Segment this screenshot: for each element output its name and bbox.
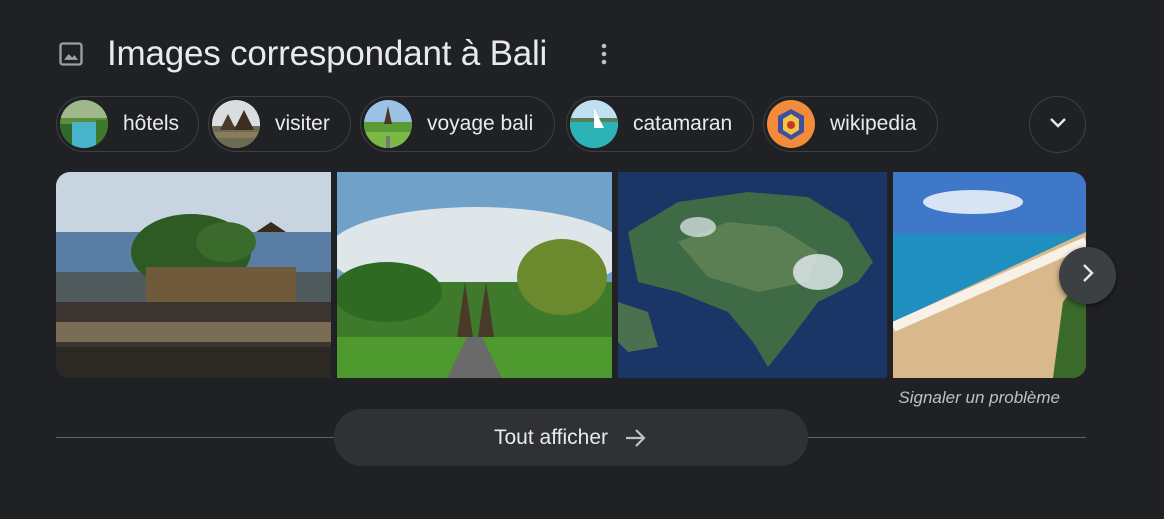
image-bali-satellite[interactable] [618, 172, 887, 378]
show-all-label: Tout afficher [493, 425, 608, 449]
more-vert-icon[interactable] [590, 38, 618, 70]
chip-label: visiter [275, 112, 330, 135]
chip-visiter[interactable]: visiter [208, 96, 351, 152]
divider-right [808, 437, 1086, 438]
resort-pool-thumbnail [60, 100, 108, 148]
arrow-right-icon [624, 428, 648, 448]
temple-thumbnail [212, 100, 260, 148]
chevron-down-icon [1049, 116, 1067, 134]
chip-label: catamaran [633, 112, 733, 135]
chip-label: voyage bali [427, 112, 534, 135]
report-problem-link[interactable]: Signaler un problème [898, 388, 1060, 408]
rice-field-thumbnail [364, 100, 412, 148]
sea-boat-thumbnail [570, 100, 618, 148]
divider-left [56, 437, 334, 438]
chip-hotels[interactable]: hôtels [56, 96, 199, 152]
chip-catamaran[interactable]: catamaran [566, 96, 754, 152]
emblem-thumbnail [767, 100, 815, 148]
section-title: Images correspondant à Bali [107, 34, 548, 73]
image-bali-gate[interactable] [337, 172, 612, 378]
expand-chips-button[interactable] [1029, 96, 1086, 153]
chip-wikipedia[interactable]: wikipedia [763, 96, 938, 152]
image-bali-beach[interactable] [893, 172, 1086, 378]
chevron-right-icon [1082, 263, 1094, 288]
image-icon [56, 39, 86, 69]
show-all-button[interactable]: Tout afficher [334, 409, 808, 466]
section-header: Images correspondant à Bali [56, 30, 607, 78]
chip-label: wikipedia [830, 112, 917, 135]
image-gallery [56, 172, 1086, 378]
chip-label: hôtels [123, 112, 180, 135]
image-tanah-lot[interactable] [56, 172, 331, 378]
next-images-button[interactable] [1059, 247, 1116, 304]
chip-voyage-bali[interactable]: voyage bali [360, 96, 555, 152]
